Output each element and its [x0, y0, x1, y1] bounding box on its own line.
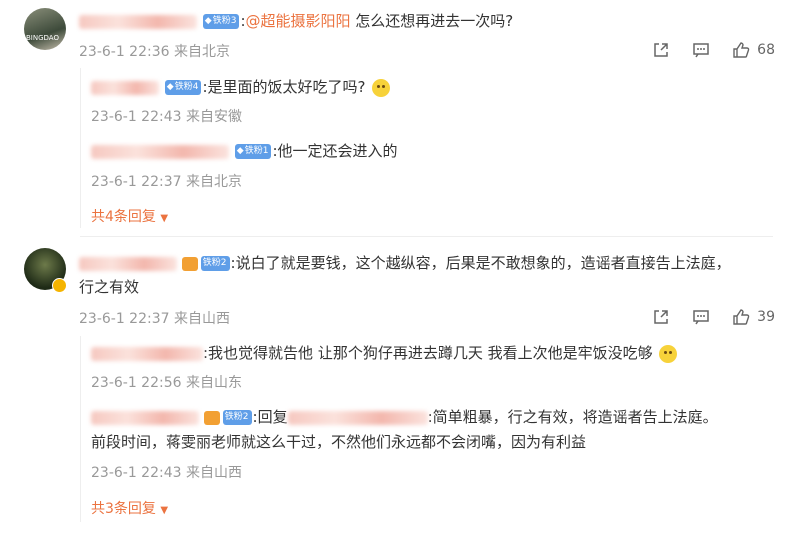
comment-actions: 68 — [633, 38, 775, 62]
caret-down-icon: ▼ — [160, 213, 169, 224]
like-icon[interactable] — [729, 305, 753, 329]
comment-icon[interactable] — [689, 305, 713, 329]
reply-list: :我也觉得就告他 让那个狗仔再进去蹲几天 我看上次他是牢饭没吃够 23-6-1 … — [80, 336, 771, 522]
fan-crown-icon — [181, 256, 198, 271]
reply-target-redacted[interactable] — [287, 410, 428, 425]
like-icon[interactable] — [729, 38, 753, 62]
comment-meta: 23-6-1 22:37 来自山西 — [79, 311, 230, 327]
caret-down-icon: ▼ — [160, 505, 169, 516]
reply-body: :我也觉得就告他 让那个狗仔再进去蹲几天 我看上次他是牢饭没吃够 — [203, 344, 653, 362]
reply-2-meta: 23-6-1 22:37 来自北京 — [91, 174, 242, 190]
more-replies-link[interactable]: 共4条回复 ▼ — [91, 206, 168, 226]
comment-body: 怎么还想再进去一次吗? — [350, 12, 514, 30]
comment-text: ◆铁粉3:@超能摄影阳阳 怎么还想再进去一次吗? — [79, 10, 513, 32]
username-redacted[interactable] — [91, 80, 159, 95]
reply-1-meta: 23-6-1 22:56 来自山东 — [91, 375, 242, 391]
fan-badge: ◆铁粉1 — [234, 144, 272, 159]
reply-1-text: :我也觉得就告他 让那个狗仔再进去蹲几天 我看上次他是牢饭没吃够 — [91, 342, 678, 364]
reply-body: :是里面的饭太好吃了吗? — [202, 78, 366, 96]
more-replies-label: 共4条回复 — [91, 209, 156, 225]
mention-link[interactable]: @超能摄影阳阳 — [246, 12, 351, 30]
reply-body-b: :简单粗暴，行之有效，将造谣者告上法庭。 — [427, 408, 718, 426]
verified-badge-icon — [52, 278, 67, 293]
avatar-watermark: BINGDAO — [26, 34, 59, 42]
username-redacted[interactable] — [79, 14, 197, 29]
fan-badge-label: 铁粉2 — [224, 412, 249, 422]
like-count: 39 — [757, 309, 775, 325]
like-count: 68 — [757, 42, 775, 58]
fan-badge-label: 铁粉2 — [202, 258, 227, 268]
fan-badge-label: 铁粉1 — [244, 146, 269, 156]
username-redacted[interactable] — [91, 144, 229, 159]
fan-badge-label: 铁粉3 — [212, 16, 237, 26]
fan-badge: 铁粉2 — [222, 410, 252, 425]
reply-body: :他一定还会进入的 — [272, 142, 398, 160]
comment-actions: 39 — [633, 305, 775, 329]
more-replies-label: 共3条回复 — [91, 501, 156, 517]
username-redacted[interactable] — [79, 256, 177, 271]
reply-2-text: ◆铁粉1:他一定还会进入的 — [91, 140, 398, 162]
reply-1-meta: 23-6-1 22:43 来自安徽 — [91, 109, 242, 125]
avatar[interactable]: BINGDAO — [24, 8, 66, 50]
comment-text-line2: 行之有效 — [79, 278, 140, 296]
comment-meta: 23-6-1 22:36 来自北京 — [79, 44, 230, 60]
fan-crown-icon — [203, 410, 220, 425]
fan-badge: 铁粉2 — [200, 256, 230, 271]
fan-badge: ◆铁粉4 — [164, 80, 202, 95]
comment-body: :说白了就是要钱，这个越纵容，后果是不敢想象的，造谣者直接告上法庭， — [230, 254, 731, 272]
reply-list: ◆铁粉4:是里面的饭太好吃了吗? 23-6-1 22:43 来自安徽 ◆铁粉1:… — [80, 68, 771, 228]
smile-emoji-icon — [372, 78, 391, 97]
reply-2-meta: 23-6-1 22:43 来自山西 — [91, 465, 242, 481]
reply-2-text-line2: 前段时间，蒋雯丽老师就这么干过，不然他们永远都不会闭嘴，因为有利益 — [91, 433, 587, 451]
more-replies-link[interactable]: 共3条回复 ▼ — [91, 498, 168, 518]
reply-body-a: :回复 — [252, 408, 288, 426]
username-redacted[interactable] — [91, 346, 203, 361]
comment-icon[interactable] — [689, 38, 713, 62]
fan-badge: ◆铁粉3 — [202, 14, 240, 29]
username-redacted[interactable] — [91, 410, 199, 425]
reply-2-text: 铁粉2:回复 :简单粗暴，行之有效，将造谣者告上法庭。 — [91, 406, 718, 428]
comment-1: BINGDAO ◆铁粉3:@超能摄影阳阳 怎么还想再进去一次吗? 23-6-1 … — [0, 0, 793, 235]
reply-1-text: ◆铁粉4:是里面的饭太好吃了吗? — [91, 76, 391, 98]
laugh-emoji-icon — [659, 344, 678, 363]
comment-2: 铁粉2:说白了就是要钱，这个越纵容，后果是不敢想象的，造谣者直接告上法庭， 行之… — [0, 238, 793, 534]
share-icon[interactable] — [649, 38, 673, 62]
comment-divider — [80, 236, 773, 237]
fan-badge-label: 铁粉4 — [174, 82, 199, 92]
comment-text: 铁粉2:说白了就是要钱，这个越纵容，后果是不敢想象的，造谣者直接告上法庭， — [79, 252, 731, 274]
share-icon[interactable] — [649, 305, 673, 329]
